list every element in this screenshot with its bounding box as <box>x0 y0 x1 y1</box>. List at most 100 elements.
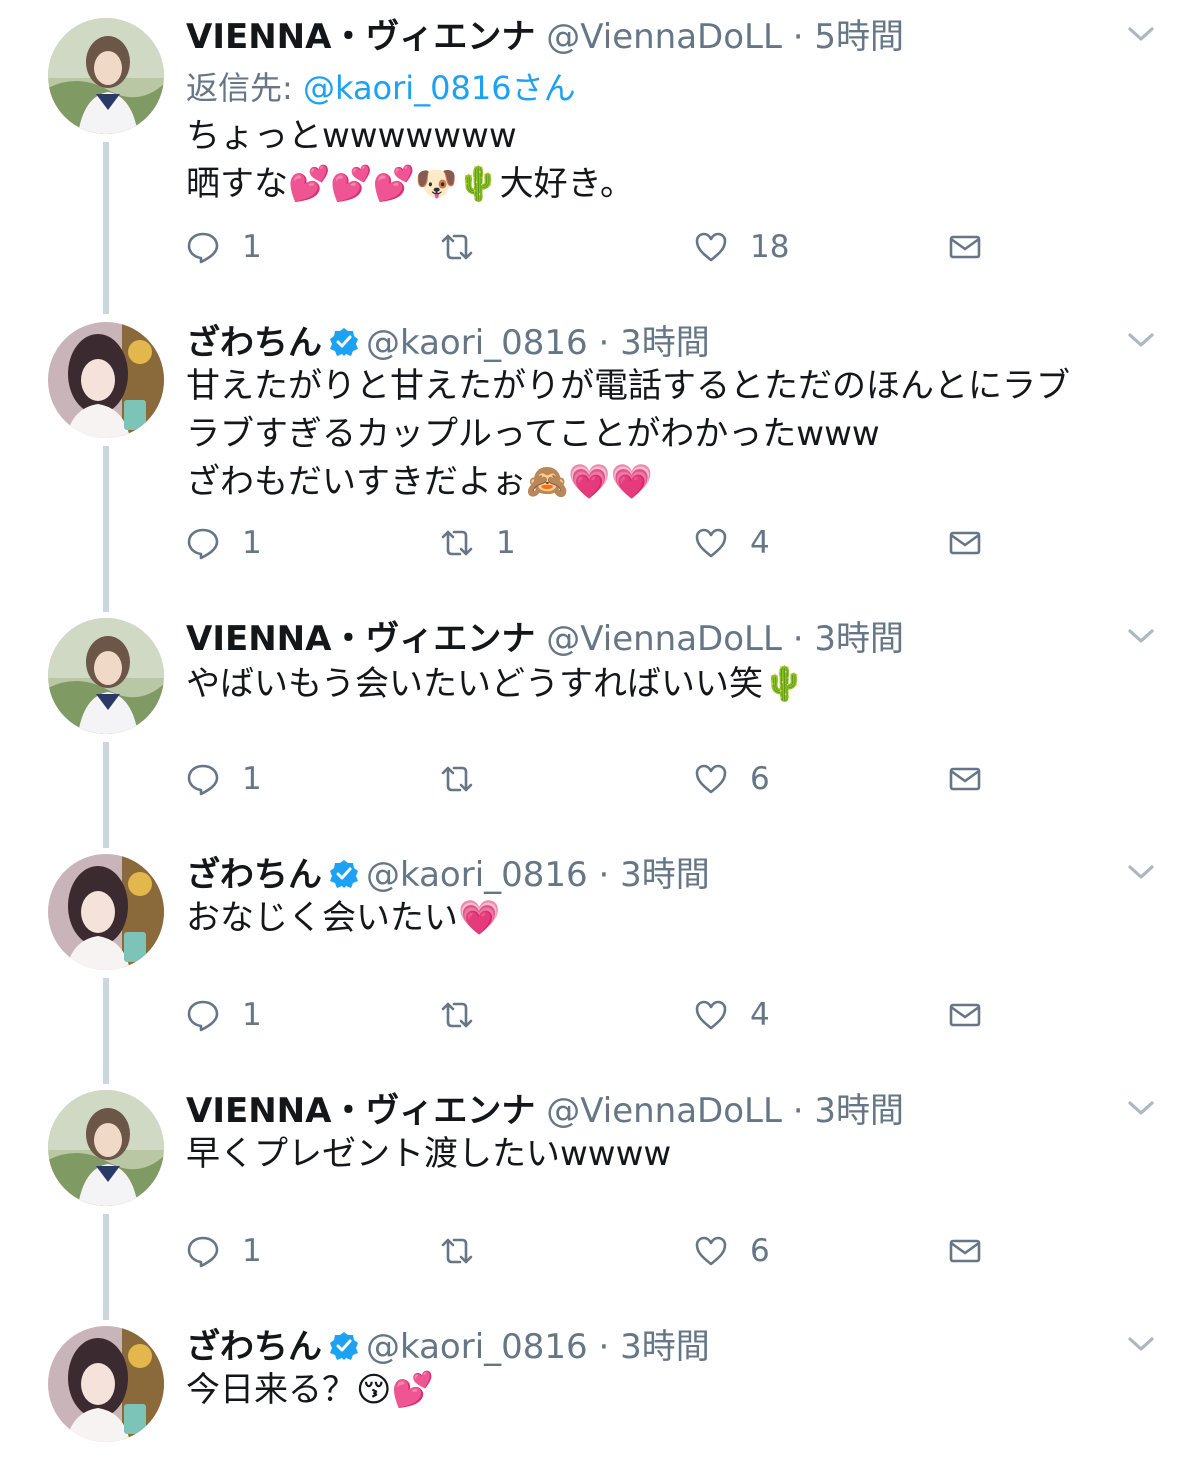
envelope-icon <box>949 235 981 259</box>
heart-icon <box>695 1236 727 1266</box>
tweet-text-line: おなじく会いたい💗 <box>186 898 501 938</box>
verified-badge-icon <box>330 1332 358 1360</box>
separator-dot: · <box>598 1327 610 1367</box>
avatar-zawachin[interactable] <box>48 1326 164 1442</box>
tweet-actions: 1 4 <box>186 995 1006 1035</box>
tweet-actions: 1 1 4 <box>186 523 1006 563</box>
tweet[interactable]: VIENNA・ヴィエンナ @ViennaDoLL · 5時間 返信先: @kao… <box>0 0 1200 314</box>
tweet-text-line: ざわもだいすきだよぉ🙈💗💗 <box>186 462 654 502</box>
like-button[interactable]: 6 <box>694 759 770 799</box>
avatar-vienna[interactable] <box>48 618 164 734</box>
user-handle[interactable]: @kaori_0816 <box>366 323 588 363</box>
tweet[interactable]: ざわちん @kaori_0816 · 3時間 甘えたがりと甘えたがりが電話するとた… <box>0 306 1200 612</box>
envelope-icon <box>949 531 981 555</box>
avatar-vienna[interactable] <box>48 1090 164 1206</box>
reply-count: 1 <box>242 1233 262 1269</box>
avatar-zawachin[interactable] <box>48 854 164 970</box>
tweet[interactable]: ざわちん @kaori_0816 · 3時間 おなじく会いたい💗 1 4 <box>0 838 1200 1084</box>
reply-count: 1 <box>242 229 262 265</box>
display-name[interactable]: VIENNA・ヴィエンナ <box>186 17 535 57</box>
retweet-button[interactable] <box>440 1231 496 1271</box>
tweet-text-line: ちょっとwwwwwww <box>186 116 517 156</box>
retweet-button[interactable] <box>440 759 496 799</box>
retweet-button[interactable] <box>440 995 496 1035</box>
direct-message-button[interactable] <box>948 995 1004 1035</box>
direct-message-button[interactable] <box>948 759 1004 799</box>
reply-button[interactable]: 1 <box>186 995 262 1035</box>
user-handle[interactable]: @ViennaDoLL <box>546 619 782 659</box>
like-button[interactable]: 18 <box>694 227 789 267</box>
direct-message-button[interactable] <box>948 227 1004 267</box>
user-handle[interactable]: @kaori_0816 <box>366 855 588 895</box>
reply-count: 1 <box>242 997 262 1033</box>
tweet-actions: 1 18 <box>186 227 1006 267</box>
direct-message-button[interactable] <box>948 523 1004 563</box>
like-button[interactable]: 6 <box>694 1231 770 1271</box>
reply-mention-link[interactable]: @kaori_0816さん <box>303 69 576 107</box>
user-handle[interactable]: @ViennaDoLL <box>546 17 782 57</box>
tweet-text: 今日来る？😚💕 <box>186 1366 434 1414</box>
display-name[interactable]: VIENNA・ヴィエンナ <box>186 619 535 659</box>
like-count: 6 <box>750 761 770 797</box>
tweet[interactable]: VIENNA・ヴィエンナ @ViennaDoLL · 3時間 やばいもう会いたい… <box>0 602 1200 848</box>
replying-to-label: 返信先: <box>186 69 303 107</box>
timestamp[interactable]: 5時間 <box>814 17 904 57</box>
chevron-down-icon[interactable] <box>1124 22 1158 46</box>
tweet-text: やばいもう会いたいどうすればいい笑🌵 <box>186 660 805 708</box>
timestamp[interactable]: 3時間 <box>620 323 710 363</box>
thread-line <box>103 446 109 612</box>
timestamp[interactable]: 3時間 <box>620 855 710 895</box>
tweet[interactable]: VIENNA・ヴィエンナ @ViennaDoLL · 3時間 早くプレゼント渡し… <box>0 1074 1200 1320</box>
tweet[interactable]: ざわちん @kaori_0816 · 3時間 今日来る？😚💕 <box>0 1310 1200 1467</box>
chevron-down-icon[interactable] <box>1124 1332 1158 1356</box>
tweet-text-line: 晒すな💕💕💕🐶🌵大好き。 <box>186 164 634 204</box>
like-count: 6 <box>750 1233 770 1269</box>
reply-button[interactable]: 1 <box>186 227 262 267</box>
chevron-down-icon[interactable] <box>1124 328 1158 352</box>
tweet-text-line: 早くプレゼント渡したいwwww <box>186 1134 672 1174</box>
tweet-text-line: やばいもう会いたいどうすればいい笑🌵 <box>186 664 806 704</box>
chevron-down-icon[interactable] <box>1124 624 1158 648</box>
tweet-actions: 1 6 <box>186 759 1006 799</box>
reply-button[interactable]: 1 <box>186 759 262 799</box>
like-button[interactable]: 4 <box>694 523 770 563</box>
reply-button[interactable]: 1 <box>186 523 262 563</box>
reply-icon <box>187 764 219 796</box>
avatar-vienna[interactable] <box>48 18 164 134</box>
like-button[interactable]: 4 <box>694 995 770 1035</box>
reply-button[interactable]: 1 <box>186 1231 262 1271</box>
tweet-text: おなじく会いたい💗 <box>186 894 500 942</box>
replying-to: 返信先: @kaori_0816さん <box>186 66 576 110</box>
retweet-icon <box>441 1238 473 1264</box>
separator-dot: · <box>792 17 804 57</box>
avatar-zawachin[interactable] <box>48 322 164 438</box>
separator-dot: · <box>792 1091 804 1131</box>
direct-message-button[interactable] <box>948 1231 1004 1271</box>
timestamp[interactable]: 3時間 <box>814 1091 904 1131</box>
retweet-icon <box>441 530 473 556</box>
retweet-icon <box>441 1002 473 1028</box>
like-count: 4 <box>750 525 770 561</box>
reply-count: 1 <box>242 525 262 561</box>
display-name[interactable]: ざわちん <box>186 1327 322 1367</box>
heart-icon <box>695 1000 727 1030</box>
display-name[interactable]: VIENNA・ヴィエンナ <box>186 1091 535 1131</box>
retweet-button[interactable]: 1 <box>440 523 516 563</box>
retweet-button[interactable] <box>440 227 496 267</box>
heart-icon <box>695 232 727 262</box>
display-name[interactable]: ざわちん <box>186 323 322 363</box>
timestamp[interactable]: 3時間 <box>814 619 904 659</box>
separator-dot: · <box>598 855 610 895</box>
chevron-down-icon[interactable] <box>1124 860 1158 884</box>
tweet-text-line: 甘えたがりと甘えたがりが電話するとただのほんとにラブ <box>186 366 1070 406</box>
user-handle[interactable]: @ViennaDoLL <box>546 1091 782 1131</box>
display-name[interactable]: ざわちん <box>186 855 322 895</box>
user-handle[interactable]: @kaori_0816 <box>366 1327 588 1367</box>
like-count: 18 <box>750 229 790 265</box>
thread-line <box>103 978 109 1084</box>
chevron-down-icon[interactable] <box>1124 1096 1158 1120</box>
reply-icon <box>187 1000 219 1032</box>
envelope-icon <box>949 1239 981 1263</box>
timestamp[interactable]: 3時間 <box>620 1327 710 1367</box>
retweet-icon <box>441 234 473 260</box>
